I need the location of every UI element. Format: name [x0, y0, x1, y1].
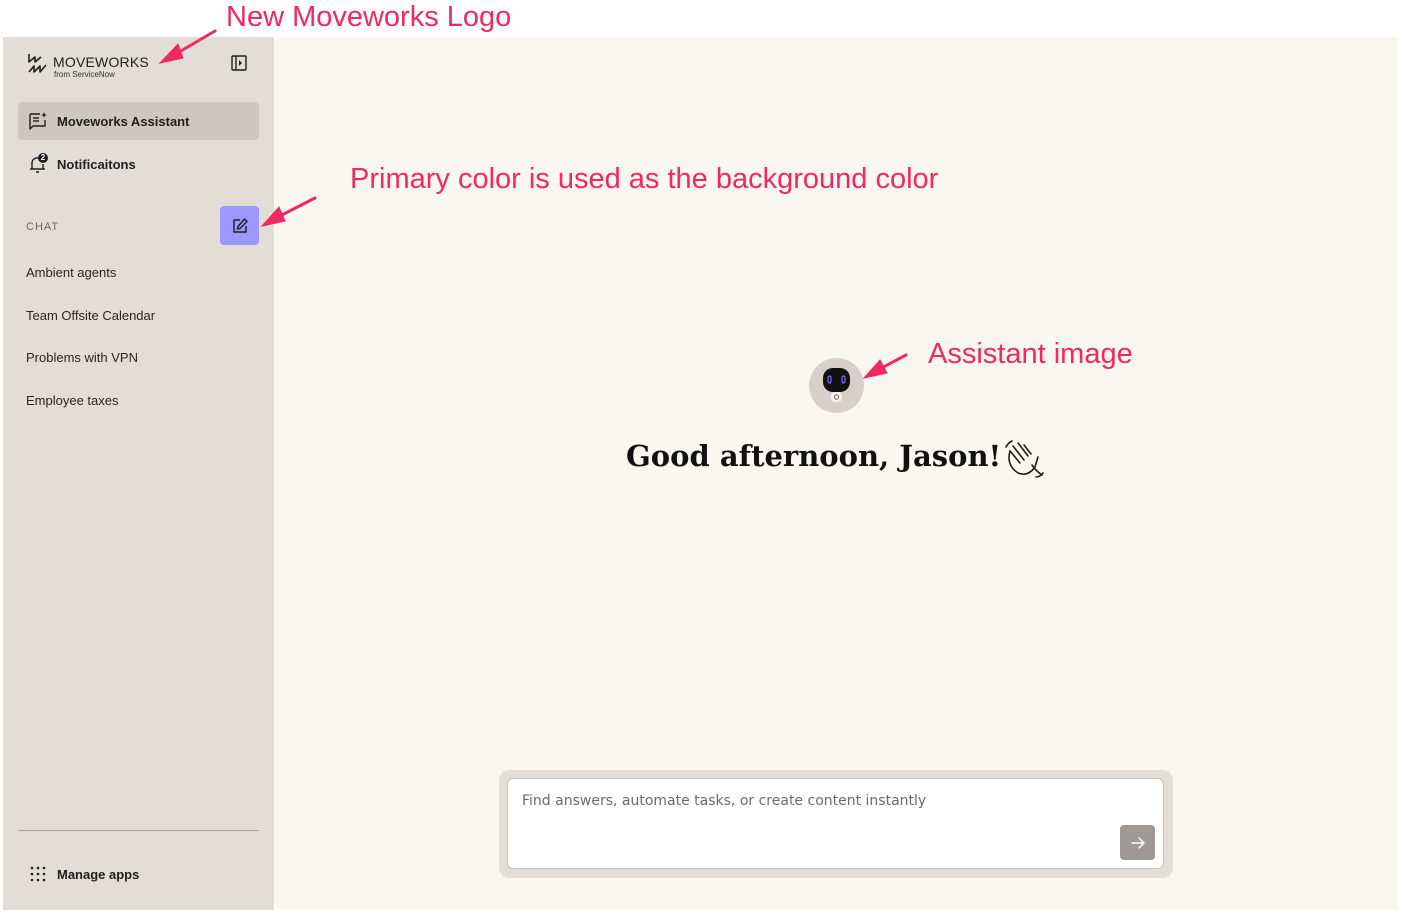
chat-section-label: CHAT [26, 221, 60, 233]
greeting-heading: Good afternoon, Jason! [626, 439, 1002, 473]
moveworks-logo-icon [28, 54, 47, 73]
logo-subtitle: from ServiceNow [54, 70, 115, 79]
composer-box [507, 778, 1164, 869]
sidebar-divider [18, 830, 259, 831]
assistant-chat-icon [27, 110, 49, 132]
arrow-right-icon [1130, 836, 1145, 849]
collapse-sidebar-button[interactable] [229, 53, 249, 73]
chat-item[interactable]: Problems with VPN [26, 350, 138, 365]
message-input[interactable] [522, 793, 1122, 809]
manage-apps-label: Manage apps [57, 866, 140, 882]
sidebar: MOVEWORKS from ServiceNow Moveworks Assi… [3, 37, 274, 910]
chat-item[interactable]: Ambient agents [26, 265, 116, 280]
nav-item-notifications[interactable]: 2 Notificaitons [18, 145, 259, 183]
nav-item-label: Notificaitons [57, 156, 136, 172]
grid-dots-icon [27, 863, 49, 885]
annotation-primary-color: Primary color is used as the background … [350, 163, 939, 195]
assistant-avatar [809, 358, 864, 413]
nav-item-label: Moveworks Assistant [57, 113, 190, 129]
composer-container [499, 770, 1173, 878]
send-button[interactable] [1120, 825, 1155, 860]
logo-name: MOVEWORKS [53, 54, 149, 70]
edit-icon [232, 217, 248, 233]
bell-icon: 2 [27, 153, 49, 175]
chat-item[interactable]: Employee taxes [26, 393, 119, 408]
sidebar-toggle-icon [231, 55, 247, 71]
chat-item[interactable]: Team Offsite Calendar [26, 308, 155, 323]
annotation-assistant-image: Assistant image [928, 338, 1133, 370]
manage-apps-button[interactable]: Manage apps [18, 855, 259, 893]
annotation-logo: New Moveworks Logo [226, 1, 512, 33]
moveworks-logo: MOVEWORKS from ServiceNow [27, 52, 149, 79]
nav-item-moveworks-assistant[interactable]: Moveworks Assistant [18, 102, 259, 140]
robot-icon [823, 368, 850, 402]
waving-hand-icon [1002, 437, 1046, 486]
new-chat-button[interactable] [220, 206, 259, 245]
notification-badge: 2 [40, 153, 46, 162]
